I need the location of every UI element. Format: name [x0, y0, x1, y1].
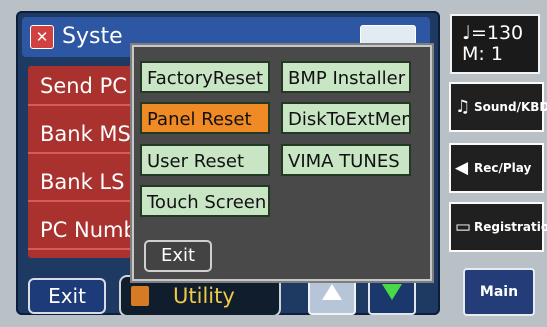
main-screen: ✕ Syste Send PC Bank MS Bank LS PC Numb …	[16, 11, 440, 315]
menu-factory-reset[interactable]: FactoryReset	[140, 61, 270, 93]
registration-label: Registration	[474, 220, 547, 234]
utility-button[interactable]: Utility	[119, 275, 281, 315]
utility-popup: FactoryReset BMP Installer Panel Reset D…	[132, 45, 432, 281]
rec-play-label: Rec/Play	[474, 161, 532, 175]
speaker-icon: ◀︎	[455, 158, 469, 178]
menu-vima-tunes[interactable]: VIMA TUNES	[281, 144, 411, 176]
menu-bmp-installer[interactable]: BMP Installer	[281, 61, 411, 93]
measure-value: M: 1	[462, 43, 503, 65]
page-title: Syste	[62, 24, 123, 49]
registration-icon: ▭	[455, 217, 472, 237]
side-panel: ♩=130 M: 1 ♫ Sound/KBD ◀︎ Rec/Play ▭ Reg…	[443, 8, 547, 327]
menu-panel-reset[interactable]: Panel Reset	[140, 102, 270, 134]
music-note-icon: ♫	[455, 97, 471, 117]
menu-user-reset[interactable]: User Reset	[140, 144, 270, 176]
menu-disk-to-ext-mem[interactable]: DiskToExtMem	[281, 102, 411, 134]
arrow-up-icon	[322, 284, 342, 300]
popup-exit-button[interactable]: Exit	[144, 240, 212, 272]
utility-icon	[131, 286, 149, 306]
main-button[interactable]: Main	[463, 268, 535, 316]
menu-touch-screen[interactable]: Touch Screen	[140, 185, 270, 217]
sound-kbd-button[interactable]: ♫ Sound/KBD	[449, 82, 547, 132]
arrow-down-icon	[382, 284, 402, 300]
registration-button[interactable]: ▭ Registration	[449, 202, 547, 252]
sound-kbd-label: Sound/KBD	[474, 100, 547, 114]
utility-label: Utility	[173, 284, 235, 308]
rec-play-button[interactable]: ◀︎ Rec/Play	[449, 143, 544, 193]
tempo-value: ♩=130	[462, 22, 524, 44]
system-icon: ✕	[30, 25, 54, 49]
tempo-display: ♩=130 M: 1	[450, 14, 540, 74]
exit-button[interactable]: Exit	[28, 278, 106, 314]
